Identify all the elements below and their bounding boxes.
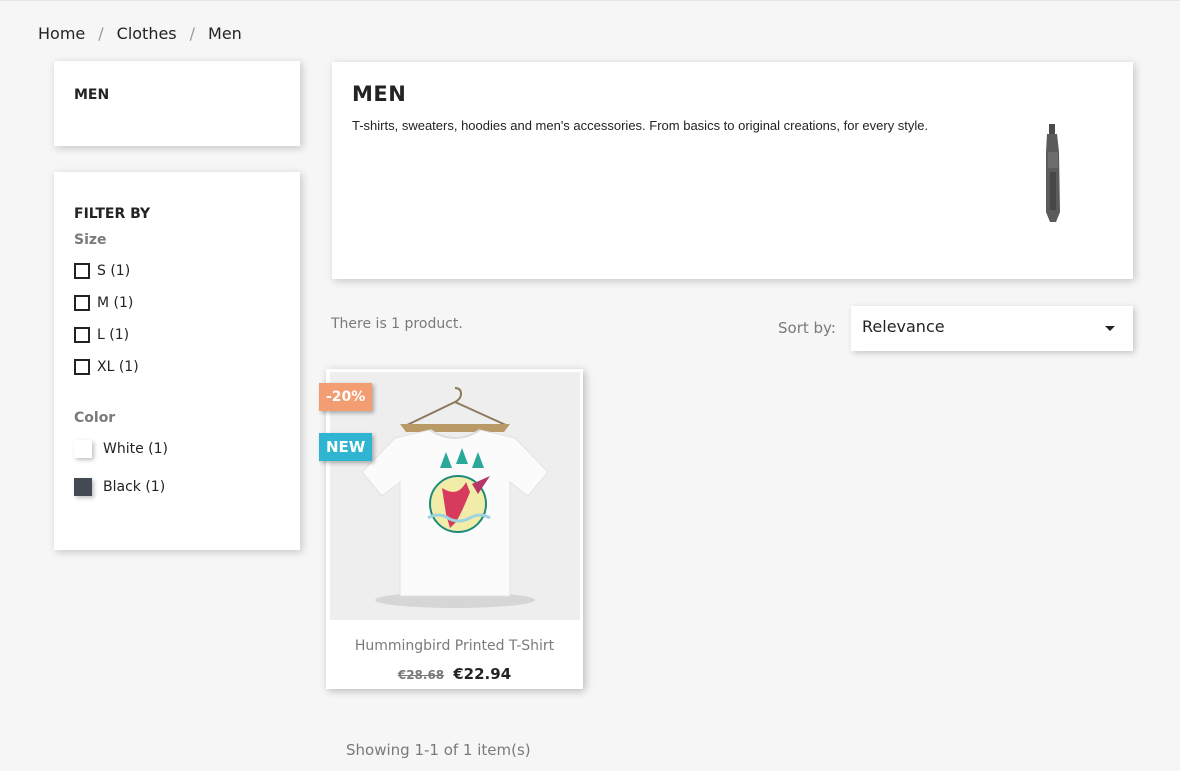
page-title: MEN [352, 82, 407, 106]
color-filter-label: Black (1) [103, 479, 166, 495]
product-count: There is 1 product. [331, 316, 463, 332]
size-filter-s[interactable]: S (1) [74, 263, 130, 279]
discount-badge: -20% [319, 383, 373, 411]
checkbox[interactable] [74, 359, 90, 375]
breadcrumb-current: Men [208, 24, 242, 43]
size-facet-label: Size [74, 232, 107, 248]
checkbox[interactable] [74, 327, 90, 343]
pagination-summary: Showing 1-1 of 1 item(s) [346, 741, 531, 759]
white-swatch[interactable] [74, 440, 92, 458]
sort-dropdown[interactable]: Relevance [851, 306, 1133, 351]
sort-by-label: Sort by: [778, 319, 836, 337]
breadcrumb-separator: / [98, 24, 104, 43]
top-border [0, 0, 1180, 1]
color-filter-white[interactable]: White (1) [74, 440, 168, 458]
color-filter-label: White (1) [103, 441, 168, 457]
size-filter-xl[interactable]: XL (1) [74, 359, 139, 375]
category-description: T-shirts, sweaters, hoodies and men's ac… [352, 118, 929, 133]
product-name[interactable]: Hummingbird Printed T-Shirt [326, 638, 583, 654]
size-filter-label: L (1) [97, 327, 130, 343]
category-title[interactable]: MEN [74, 87, 109, 103]
category-image [1046, 124, 1060, 222]
size-filter-label: XL (1) [97, 359, 139, 375]
size-filter-l[interactable]: L (1) [74, 327, 129, 343]
product-price: €22.94 [453, 665, 512, 683]
color-filter-black[interactable]: Black (1) [74, 478, 165, 496]
filter-panel: FILTER BY Size S (1) M (1) L (1) XL (1) … [54, 172, 300, 550]
checkbox[interactable] [74, 263, 90, 279]
category-block: MEN [54, 61, 300, 146]
product-card[interactable]: Hummingbird Printed T-Shirt €28.68 €22.9… [326, 369, 583, 689]
size-filter-label: M (1) [97, 295, 134, 311]
category-header: MEN T-shirts, sweaters, hoodies and men'… [332, 62, 1133, 279]
breadcrumb-separator: / [189, 24, 196, 43]
color-facet-label: Color [74, 410, 116, 426]
new-badge: NEW [319, 433, 373, 461]
checkbox[interactable] [74, 295, 90, 311]
sort-selected-value: Relevance [862, 317, 945, 336]
filter-by-title: FILTER BY [74, 206, 151, 222]
caret-down-icon [1105, 326, 1115, 331]
price-row: €28.68 €22.94 [326, 664, 583, 683]
breadcrumb-clothes[interactable]: Clothes [117, 24, 177, 43]
size-filter-m[interactable]: M (1) [74, 295, 133, 311]
black-swatch[interactable] [74, 478, 92, 496]
regular-price: €28.68 [397, 668, 445, 682]
breadcrumb: Home / Clothes / Men [38, 24, 242, 43]
size-filter-label: S (1) [97, 263, 131, 279]
breadcrumb-home[interactable]: Home [38, 24, 85, 43]
